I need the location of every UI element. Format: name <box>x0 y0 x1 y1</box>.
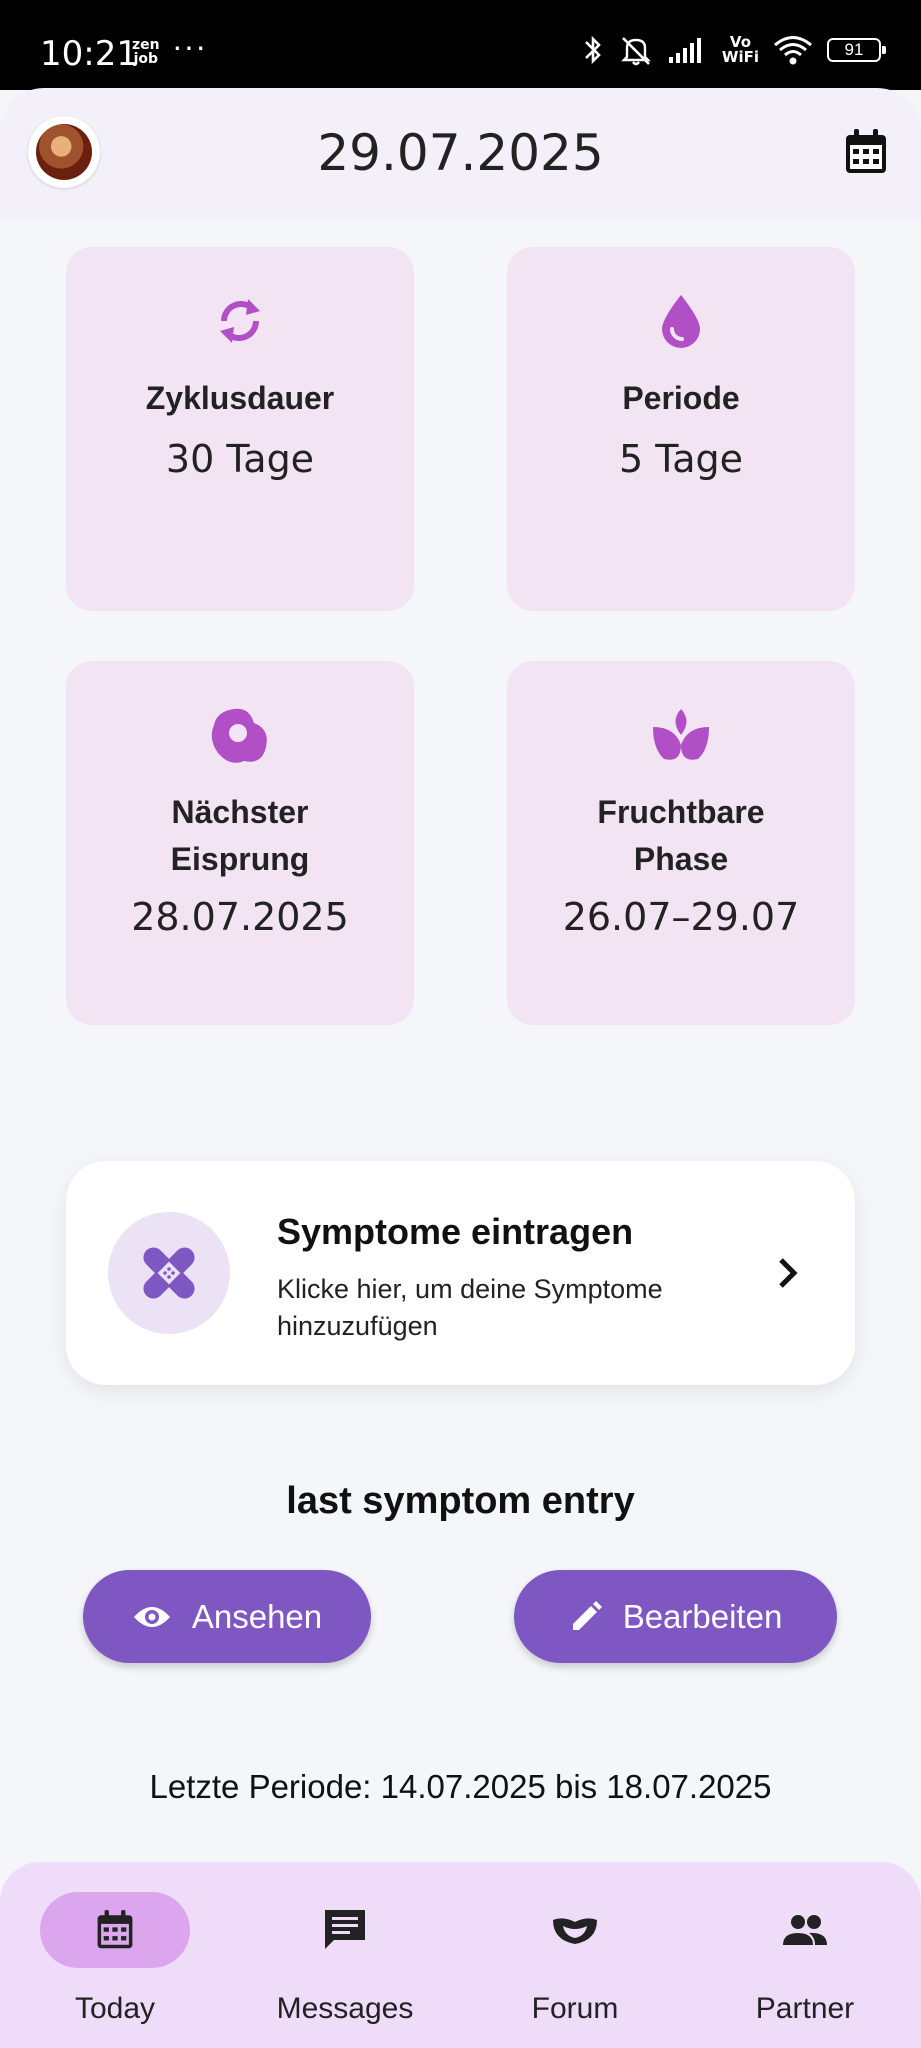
nav-label: Today <box>74 1992 156 2025</box>
last-symptom-entry-heading: last symptom entry <box>286 1480 635 1522</box>
people-icon <box>783 1915 827 1945</box>
status-bar: 10:21 zen job ··· Vo WiFi 91 <box>0 0 921 90</box>
stat-card-cycle-length: Zyklusdauer 30 Tage <box>66 247 414 611</box>
calendar-icon <box>97 1910 133 1949</box>
edit-button[interactable]: Bearbeiten <box>514 1570 837 1663</box>
view-button-label: Ansehen <box>191 1597 323 1635</box>
add-symptoms-card[interactable]: Symptome eintragen Klicke hier, um deine… <box>66 1161 855 1385</box>
zenjob-notification-icon: zen job <box>132 37 160 67</box>
pencil-icon <box>572 1600 602 1630</box>
app-header: 29.07.2025 <box>0 88 921 220</box>
message-icon <box>325 1910 365 1949</box>
symptom-card-subtitle: Klicke hier, um deine Symptome hinzuzufü… <box>277 1274 663 1341</box>
stat-value: 26.07–29.07 <box>562 895 800 939</box>
eye-icon <box>133 1606 170 1627</box>
stat-value: 30 Tage <box>165 437 315 481</box>
stat-value: 28.07.2025 <box>131 895 349 939</box>
status-icons: Vo WiFi 91 <box>582 30 886 70</box>
stat-label: Periode <box>622 380 740 416</box>
cycle-icon <box>220 299 260 343</box>
mute-icon <box>621 37 651 66</box>
stat-label: Nächster Eisprung <box>170 794 310 877</box>
signal-icon <box>668 38 701 63</box>
lotus-icon <box>653 709 709 760</box>
wifi-icon <box>774 36 812 65</box>
egg-icon <box>211 708 267 763</box>
stat-card-fertile-phase: Fruchtbare Phase 26.07–29.07 <box>507 661 855 1025</box>
status-time: 10:21 <box>40 34 138 74</box>
nav-item-partner[interactable]: Partner <box>690 1892 920 2032</box>
bandage-icon <box>143 1247 195 1299</box>
vowifi-icon: Vo WiFi <box>721 33 759 66</box>
nav-label: Partner <box>755 1992 855 2025</box>
view-button[interactable]: Ansehen <box>83 1570 371 1663</box>
last-period-text: Letzte Periode: 14.07.2025 bis 18.07.202… <box>149 1768 772 1805</box>
nav-label: Forum <box>531 1992 619 2025</box>
calendar-icon[interactable] <box>843 128 889 176</box>
stat-value: 5 Tage <box>619 437 743 481</box>
nav-item-messages[interactable]: Messages <box>230 1892 460 2032</box>
page-title: 29.07.2025 <box>317 124 604 182</box>
stat-label: Fruchtbare Phase <box>597 794 765 877</box>
mask-icon <box>553 1918 597 1944</box>
drop-icon <box>662 295 700 348</box>
more-notifications-icon: ··· <box>172 28 207 64</box>
nav-label: Messages <box>276 1992 414 2025</box>
symptom-icon-circle <box>108 1212 230 1334</box>
edit-button-label: Bearbeiten <box>622 1597 783 1635</box>
chevron-right-icon <box>779 1258 798 1288</box>
nav-item-today[interactable]: Today <box>0 1892 230 2032</box>
stat-card-next-ovulation: Nächster Eisprung 28.07.2025 <box>66 661 414 1025</box>
battery-icon: 91 <box>827 38 886 62</box>
nav-item-forum[interactable]: Forum <box>460 1892 690 2032</box>
bluetooth-icon <box>585 35 601 65</box>
bottom-navigation: Today Messages Forum Partner <box>0 1862 921 2048</box>
stat-label: Zyklusdauer <box>145 380 335 416</box>
symptom-card-title: Symptome eintragen <box>277 1211 634 1252</box>
stat-card-period: Periode 5 Tage <box>507 247 855 611</box>
